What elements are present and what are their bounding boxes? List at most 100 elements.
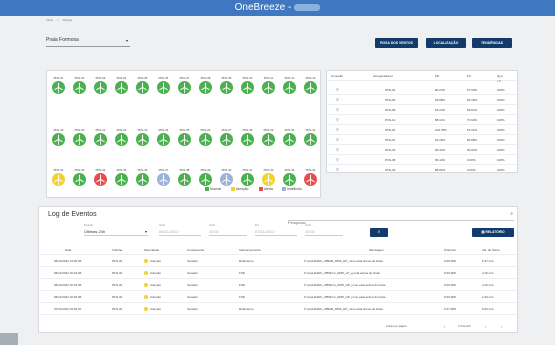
start-date-field[interactable]: Início 06/11/2022 bbox=[159, 224, 201, 236]
turbine-label: PFN-29 bbox=[263, 128, 274, 132]
generator-row[interactable]: ⚲ PFN-09 94.23% 69.52% 100% bbox=[327, 105, 517, 115]
generator-row[interactable]: ⚲ PFN-02 80.23% 57.60% 100% bbox=[327, 85, 517, 95]
turbine-status-icon[interactable] bbox=[52, 133, 65, 146]
turbine-status-icon[interactable] bbox=[178, 133, 191, 146]
period-select[interactable]: Período Últimas 24h ▾ bbox=[84, 224, 148, 236]
event-row[interactable]: 06/11/2022 15:10:06 PFN-32 Atenção Gerador F… bbox=[39, 268, 517, 279]
turbine-status-icon[interactable] bbox=[94, 173, 107, 186]
turbine-label: PFN-36 bbox=[137, 168, 148, 172]
generator-cell: 88.86% bbox=[435, 168, 446, 172]
connection-icon: ⚲ bbox=[336, 97, 339, 102]
generator-row[interactable]: ⚲ PFN-21 93.26% 82.88% 100% bbox=[327, 135, 517, 145]
event-row[interactable]: 06/11/2022 15:10:06 PFN-32 Atenção Gerador F… bbox=[39, 280, 517, 291]
breadcrumb-home[interactable]: Início bbox=[46, 18, 53, 22]
turbine-status-icon[interactable] bbox=[136, 133, 149, 146]
generator-row[interactable]: ⚲ PFN-03 94.88% 69.18% 100% bbox=[327, 95, 517, 105]
turbine-status-icon[interactable] bbox=[304, 133, 317, 146]
turbine-status-icon[interactable] bbox=[262, 133, 275, 146]
generator-row[interactable]: ⚲ PFN-38 96.42% 0.00% 100% bbox=[327, 155, 517, 165]
turbine-label: PFN-22 bbox=[116, 128, 127, 132]
turbine-status-icon[interactable] bbox=[220, 133, 233, 146]
chevron-left-icon[interactable]: ‹ bbox=[444, 324, 445, 329]
last-page-icon[interactable]: › bbox=[501, 324, 502, 329]
legend-swatch bbox=[231, 187, 235, 192]
trends-button[interactable]: TENDÊNCIAS bbox=[472, 38, 512, 48]
event-cell: Atenção bbox=[150, 259, 162, 263]
col-message: Mensagem bbox=[369, 248, 384, 252]
generator-row[interactable]: ⚲ PFN-36 88.86% 0.00% 100% bbox=[327, 165, 517, 172]
period-value: Últimas 24h bbox=[84, 229, 106, 234]
turbine-status-icon[interactable] bbox=[220, 81, 233, 94]
turbine-status-icon[interactable] bbox=[73, 133, 86, 146]
generator-cell: 96.42% bbox=[435, 148, 446, 152]
generator-row[interactable]: ⚲ PFN-20 100.78% 51.01% 100% bbox=[327, 125, 517, 135]
turbine-status-icon[interactable] bbox=[52, 81, 65, 94]
location-button[interactable]: LOCALIZAÇÃO bbox=[426, 38, 466, 48]
turbine-status-icon[interactable] bbox=[199, 133, 212, 146]
col-turbines: Aerogeradores bbox=[373, 74, 393, 78]
turbine-status-icon[interactable] bbox=[262, 173, 275, 186]
turbine-status-icon[interactable] bbox=[94, 133, 107, 146]
turbine-status-icon[interactable] bbox=[220, 173, 233, 186]
turbine-label: PFN-21 bbox=[95, 128, 106, 132]
turbine-status-icon[interactable] bbox=[136, 81, 149, 94]
turbine-status-icon[interactable] bbox=[283, 133, 296, 146]
turbine-status-icon[interactable] bbox=[73, 81, 86, 94]
turbine-status-icon[interactable] bbox=[241, 133, 254, 146]
turbine-label: PFN-04 bbox=[116, 76, 127, 80]
end-date-field[interactable]: Fim 07/11/2022 bbox=[255, 224, 297, 236]
event-row[interactable]: 07/11/2022 03:30:07 PFN-32 Atenção Gerador R… bbox=[39, 304, 517, 315]
turbine-status-icon[interactable] bbox=[304, 173, 317, 186]
generator-row[interactable]: ⚲ PFN-32 96.42% 60.94% 100% bbox=[327, 145, 517, 155]
turbine-status-icon[interactable] bbox=[157, 81, 170, 94]
turbine-status-icon[interactable] bbox=[241, 81, 254, 94]
turbine-label: PFN-07 bbox=[179, 76, 190, 80]
start-time-field[interactable]: Início 10:01 bbox=[209, 224, 247, 236]
event-row[interactable]: 06/11/2022 13:00:06 PFN-32 Atenção Gerador R… bbox=[39, 256, 517, 267]
turbine-status-icon[interactable] bbox=[199, 173, 212, 186]
turbine-status-icon[interactable] bbox=[199, 81, 212, 94]
event-cell: O sinal EADII_VIBDM_RMS_HP_mme está acim… bbox=[304, 307, 384, 311]
turbine-status-icon[interactable] bbox=[283, 173, 296, 186]
start-time-value: 10:01 bbox=[209, 229, 220, 234]
turbine-status-icon[interactable] bbox=[94, 81, 107, 94]
generator-cell: PFN-03 bbox=[385, 98, 396, 102]
end-time-field[interactable]: Início 10:01 bbox=[305, 224, 343, 236]
event-cell: Gerador bbox=[187, 271, 199, 275]
turbine-status-icon[interactable] bbox=[157, 133, 170, 146]
event-cell: 2.40 m/s bbox=[482, 295, 494, 299]
col-subcomponent: Subcomponente bbox=[239, 248, 261, 252]
connection-icon: ⚲ bbox=[336, 137, 339, 142]
turbine-status-icon[interactable] bbox=[52, 173, 65, 186]
event-search[interactable]: ⌕ bbox=[288, 211, 514, 227]
turbine-status-icon[interactable] bbox=[115, 81, 128, 94]
park-select[interactable]: Praia Formosa ▾ bbox=[46, 37, 130, 47]
legend-item-normal: Normal bbox=[205, 187, 221, 192]
chevron-right-icon[interactable]: › bbox=[485, 324, 486, 329]
event-cell: Rolamento bbox=[239, 259, 254, 263]
search-submit-button[interactable]: ⌕ bbox=[370, 228, 388, 237]
turbine-status-icon[interactable] bbox=[115, 173, 128, 186]
event-row[interactable]: 06/11/2022 16:30:06 PFN-32 Atenção Gerador F… bbox=[39, 292, 517, 303]
turbine-status-icon[interactable] bbox=[73, 173, 86, 186]
turbine-label: PFN-23 bbox=[137, 128, 148, 132]
turbine-status-icon[interactable] bbox=[304, 81, 317, 94]
turbine-status-icon[interactable] bbox=[262, 81, 275, 94]
generator-row[interactable]: ⚲ PFN-12 88.11% 70.92% 100% bbox=[327, 115, 517, 125]
turbine-status-icon[interactable] bbox=[178, 81, 191, 94]
report-button[interactable]: ▤ RELATÓRIO bbox=[472, 228, 514, 237]
turbine-label: PFN-44 bbox=[305, 168, 316, 172]
event-cell: Atenção bbox=[150, 295, 162, 299]
side-tab[interactable] bbox=[0, 333, 18, 345]
turbine-status-icon[interactable] bbox=[283, 81, 296, 94]
turbine-status-icon[interactable] bbox=[157, 173, 170, 186]
legend-label: Indefinido bbox=[287, 187, 302, 191]
turbine-label: PFN-39 bbox=[200, 168, 211, 172]
start-date-value: 06/11/2022 bbox=[159, 229, 179, 234]
turbine-status-icon[interactable] bbox=[178, 173, 191, 186]
wind-rose-button[interactable]: ROSA DOS VENTOS bbox=[375, 38, 418, 48]
end-date-value: 07/11/2022 bbox=[255, 229, 275, 234]
turbine-status-icon[interactable] bbox=[241, 173, 254, 186]
turbine-status-icon[interactable] bbox=[115, 133, 128, 146]
turbine-status-icon[interactable] bbox=[136, 173, 149, 186]
